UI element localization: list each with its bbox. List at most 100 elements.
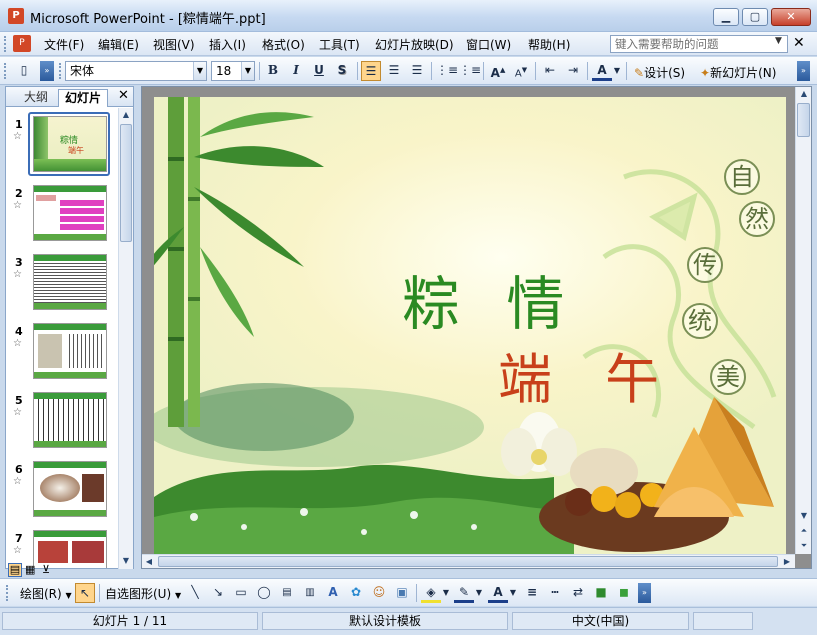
menu-insert[interactable]: 插入(I) [209,36,246,53]
slide-thumbnail[interactable] [33,392,107,448]
close-document-icon[interactable]: ✕ [793,35,805,51]
chevron-down-icon[interactable]: ▼ [241,62,254,80]
help-search-input[interactable]: 键入需要帮助的问题 [610,35,788,53]
align-center-button[interactable]: ☰ [384,61,404,81]
slide-thumbnail[interactable] [33,323,107,379]
powerpoint-icon[interactable]: P [8,8,24,24]
wordart-icon[interactable]: A [323,583,343,603]
italic-button[interactable]: I [286,61,306,81]
previous-slide-icon[interactable]: ⏶ [797,524,811,538]
dash-style-icon[interactable]: ┅ [545,583,565,603]
scroll-up-icon[interactable]: ▲ [119,108,133,122]
menu-edit[interactable]: 编辑(E) [98,36,139,53]
new-slide-button[interactable]: ✦新幻灯片(N) [700,64,776,81]
font-color-button[interactable]: A [592,61,612,81]
close-pane-icon[interactable]: ✕ [118,88,129,103]
slide-sorter-view-icon[interactable]: ▦ [25,563,35,576]
increase-indent-button[interactable]: ⇥ [563,61,583,81]
clipart-icon[interactable]: ☺ [369,583,389,603]
slide-thumbnail[interactable] [33,461,107,517]
slide-title-line2[interactable]: 端 午 [498,335,677,414]
shadow-button[interactable]: S [332,61,352,81]
menu-file[interactable]: 文件(F) [44,36,84,53]
numbered-list-button[interactable]: ⋮≡ [436,61,458,81]
slide-thumbnail-row[interactable]: 5 ☆ [6,392,118,454]
align-left-button[interactable]: ☰ [361,61,381,81]
design-template-status[interactable]: 默认设计模板 [262,612,508,630]
scroll-thumb[interactable] [797,103,810,137]
menu-tools[interactable]: 工具(T) [319,36,360,53]
scroll-down-icon[interactable]: ▼ [797,509,811,523]
textbox-tool-icon[interactable]: ▤ [277,583,297,603]
slide-thumbnail-row[interactable]: 1 ☆ 粽情 端午 [6,116,118,178]
toolbar-options-icon[interactable]: » [797,61,810,81]
select-pointer-icon[interactable]: ↖ [75,583,95,603]
scroll-thumb[interactable] [158,556,778,567]
fill-color-icon[interactable]: ◈ [421,583,441,603]
menu-view[interactable]: 视图(V) [153,36,195,53]
chevron-down-icon[interactable]: ▼ [193,62,206,80]
chevron-down-icon[interactable]: ▼ [474,583,484,603]
slide-thumbnail[interactable]: 粽情 端午 [33,116,107,172]
current-slide[interactable]: 粽 情 端 午 自 然 传 统 美 [154,97,786,554]
shadow-style-icon[interactable]: ■ [591,583,611,603]
minimize-button[interactable]: ▁ [713,8,739,26]
slide-thumbnail[interactable] [33,185,107,241]
slide-vertical-scrollbar[interactable]: ▲ ▼ ⏶ ⏷ [795,87,811,554]
vertical-textbox-icon[interactable]: ▥ [300,583,320,603]
arrow-tool-icon[interactable]: ↘ [208,583,228,603]
decrease-indent-button[interactable]: ⇤ [540,61,560,81]
font-select[interactable]: 宋体 ▼ [65,61,207,81]
slide-horizontal-scrollbar[interactable]: ◀ ▶ [142,554,795,568]
line-style-icon[interactable]: ≡ [522,583,542,603]
close-window-button[interactable]: ✕ [771,8,811,26]
toolbar-options-icon[interactable]: » [638,583,651,603]
align-right-button[interactable]: ☰ [407,61,427,81]
slide-title-line1[interactable]: 粽 情 [402,257,578,341]
increase-font-size-button[interactable]: A▲ [488,61,508,81]
toolbar-options-icon[interactable]: » [40,61,54,81]
tab-slides[interactable]: 幻灯片 [58,89,109,107]
chevron-down-icon[interactable]: ▼ [612,61,622,81]
menu-slideshow[interactable]: 幻灯片放映(D) [375,36,454,53]
slide-thumbnail-row[interactable]: 2 ☆ [6,185,118,247]
draw-menu-button[interactable]: 绘图(R) ▼ [20,585,72,602]
slide-thumbnail-row[interactable]: 6 ☆ [6,461,118,523]
diagram-icon[interactable]: ✿ [346,583,366,603]
new-document-icon[interactable]: ▯ [14,61,34,81]
font-color-icon[interactable]: A [488,583,508,603]
design-button[interactable]: ✎设计(S) [634,64,685,81]
line-color-icon[interactable]: ✎ [454,583,474,603]
maximize-button[interactable]: ▢ [742,8,768,26]
slide-thumbnail-row[interactable]: 7 ☆ [6,530,118,568]
decrease-font-size-button[interactable]: A▼ [511,61,531,81]
menu-window[interactable]: 窗口(W) [466,36,511,53]
scroll-left-icon[interactable]: ◀ [142,555,156,569]
bold-button[interactable]: B [263,61,283,81]
toolbar-grip[interactable] [4,63,8,79]
autoshapes-button[interactable]: 自选图形(U) ▼ [105,585,181,602]
chevron-down-icon[interactable]: ▼ [508,583,518,603]
slide-thumbnail-row[interactable]: 3 ☆ [6,254,118,316]
line-tool-icon[interactable]: ╲ [185,583,205,603]
chevron-down-icon[interactable]: ▼ [441,583,451,603]
underline-button[interactable]: U [309,61,329,81]
toolbar-grip[interactable] [59,63,63,79]
scroll-up-icon[interactable]: ▲ [797,87,811,101]
scroll-thumb[interactable] [120,124,132,242]
slide-thumbnail-row[interactable]: 4 ☆ [6,323,118,385]
scroll-down-icon[interactable]: ▼ [119,554,133,568]
oval-tool-icon[interactable]: ◯ [254,583,274,603]
chevron-down-icon[interactable]: ▼ [775,36,782,46]
next-slide-icon[interactable]: ⏷ [797,539,811,553]
slideshow-view-icon[interactable]: ⊻ [42,563,50,576]
picture-icon[interactable]: ▣ [392,583,412,603]
slides-pane-scrollbar[interactable]: ▲ ▼ [118,108,133,569]
tab-outline[interactable]: 大纲 [18,89,54,107]
arrow-style-icon[interactable]: ⇄ [568,583,588,603]
normal-view-icon[interactable]: ▤ [8,563,22,577]
bulleted-list-button[interactable]: ⋮≡ [459,61,481,81]
menu-format[interactable]: 格式(O) [262,36,305,53]
toolbar-grip[interactable] [4,36,8,52]
slide-thumbnail[interactable] [33,254,107,310]
